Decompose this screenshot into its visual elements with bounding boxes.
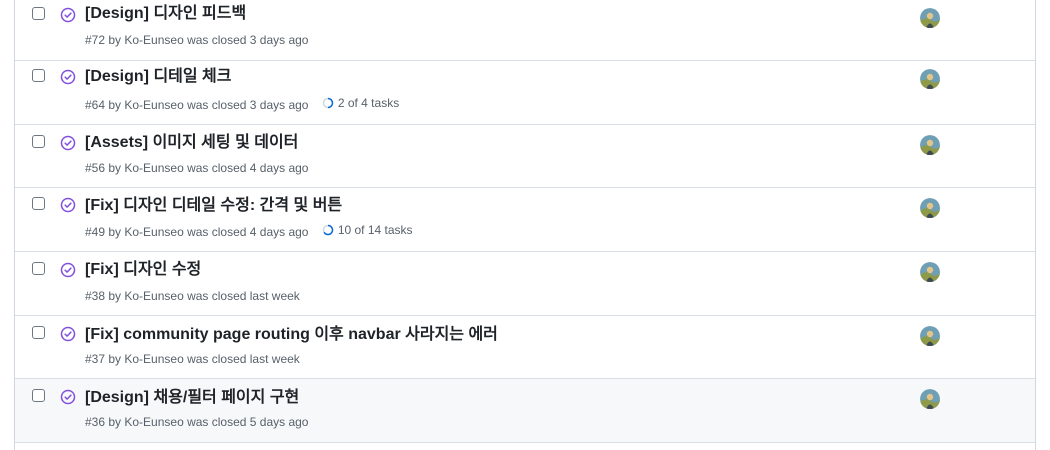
task-progress-icon	[322, 224, 334, 236]
select-checkbox[interactable]	[32, 262, 45, 275]
assignee-avatar[interactable]	[920, 135, 940, 155]
closed-issue-icon	[60, 389, 76, 405]
issue-meta: #64 by Ko-Eunseo was closed 3 days ago 2…	[85, 95, 399, 113]
issue-row[interactable]: [Design] 채용/필터 페이지 구현 #36 by Ko-Eunseo w…	[15, 379, 1035, 443]
issue-meta-text: #37 by Ko-Eunseo was closed last week	[85, 352, 300, 366]
issue-row[interactable]: [Design] 디테일 체크 #64 by Ko-Eunseo was clo…	[15, 61, 1035, 125]
assignee-avatar[interactable]	[920, 69, 940, 89]
issue-meta: #38 by Ko-Eunseo was closed last week	[85, 288, 300, 304]
assignee-avatar[interactable]	[920, 262, 940, 282]
select-checkbox[interactable]	[32, 197, 45, 210]
task-progress[interactable]: 10 of 14 tasks	[322, 222, 413, 238]
issue-meta-text: #72 by Ko-Eunseo was closed 3 days ago	[85, 33, 309, 47]
assignee-avatar[interactable]	[920, 326, 940, 346]
task-progress-icon	[322, 97, 334, 109]
select-checkbox[interactable]	[32, 389, 45, 402]
issue-title-link[interactable]: [Design] 디테일 체크	[85, 67, 232, 87]
closed-issue-icon	[60, 69, 76, 85]
assignee-avatar[interactable]	[920, 389, 940, 409]
issue-row[interactable]: [Fix] 디자인 디테일 수정: 간격 및 버튼 #49 by Ko-Euns…	[15, 188, 1035, 252]
closed-issue-icon	[60, 197, 76, 213]
issue-row[interactable]: [Fix] 디자인 수정 #38 by Ko-Eunseo was closed…	[15, 252, 1035, 316]
select-checkbox[interactable]	[32, 135, 45, 148]
closed-issue-icon	[60, 326, 76, 342]
issue-meta-text: #64 by Ko-Eunseo was closed 3 days ago	[85, 98, 309, 112]
issue-row[interactable]: [Fix] community page routing 이후 navbar 사…	[15, 316, 1035, 379]
task-progress[interactable]: 2 of 4 tasks	[322, 95, 399, 111]
issue-title-link[interactable]: [Design] 디자인 피드백	[85, 4, 246, 24]
issue-meta-text: #38 by Ko-Eunseo was closed last week	[85, 289, 300, 303]
issue-meta: #37 by Ko-Eunseo was closed last week	[85, 351, 300, 367]
issue-meta-text: #49 by Ko-Eunseo was closed 4 days ago	[85, 225, 309, 239]
issue-meta: #36 by Ko-Eunseo was closed 5 days ago	[85, 414, 308, 430]
issue-meta-text: #56 by Ko-Eunseo was closed 4 days ago	[85, 161, 309, 175]
issue-title-link[interactable]: [Fix] 디자인 디테일 수정: 간격 및 버튼	[85, 196, 342, 216]
closed-issue-icon	[60, 262, 76, 278]
issue-list: [Design] 디자인 피드백 #72 by Ko-Eunseo was cl…	[14, 0, 1036, 450]
issue-meta: #72 by Ko-Eunseo was closed 3 days ago	[85, 32, 308, 48]
issue-title-link[interactable]: [Fix] 디자인 수정	[85, 260, 201, 280]
issue-row[interactable]: [Design] 디자인 피드백 #72 by Ko-Eunseo was cl…	[15, 0, 1035, 61]
select-checkbox[interactable]	[32, 326, 45, 339]
issue-title-link[interactable]: [Design] 채용/필터 페이지 구현	[85, 388, 299, 408]
issue-title-link[interactable]: [Fix] community page routing 이후 navbar 사…	[85, 325, 498, 345]
issue-row[interactable]: [Assets] 이미지 세팅 및 데이터 #56 by Ko-Eunseo w…	[15, 125, 1035, 188]
issue-meta-text: #36 by Ko-Eunseo was closed 5 days ago	[85, 415, 309, 429]
closed-issue-icon	[60, 135, 76, 151]
task-progress-label: 2 of 4 tasks	[337, 96, 400, 110]
assignee-avatar[interactable]	[920, 198, 940, 218]
closed-issue-icon	[60, 7, 76, 23]
issue-title-link[interactable]: [Assets] 이미지 세팅 및 데이터	[85, 133, 298, 153]
assignee-avatar[interactable]	[920, 8, 940, 28]
issue-meta: #49 by Ko-Eunseo was closed 4 days ago 1…	[85, 222, 413, 240]
select-checkbox[interactable]	[32, 7, 45, 20]
select-checkbox[interactable]	[32, 69, 45, 82]
issue-meta: #56 by Ko-Eunseo was closed 4 days ago	[85, 160, 308, 176]
task-progress-label: 10 of 14 tasks	[337, 223, 413, 237]
